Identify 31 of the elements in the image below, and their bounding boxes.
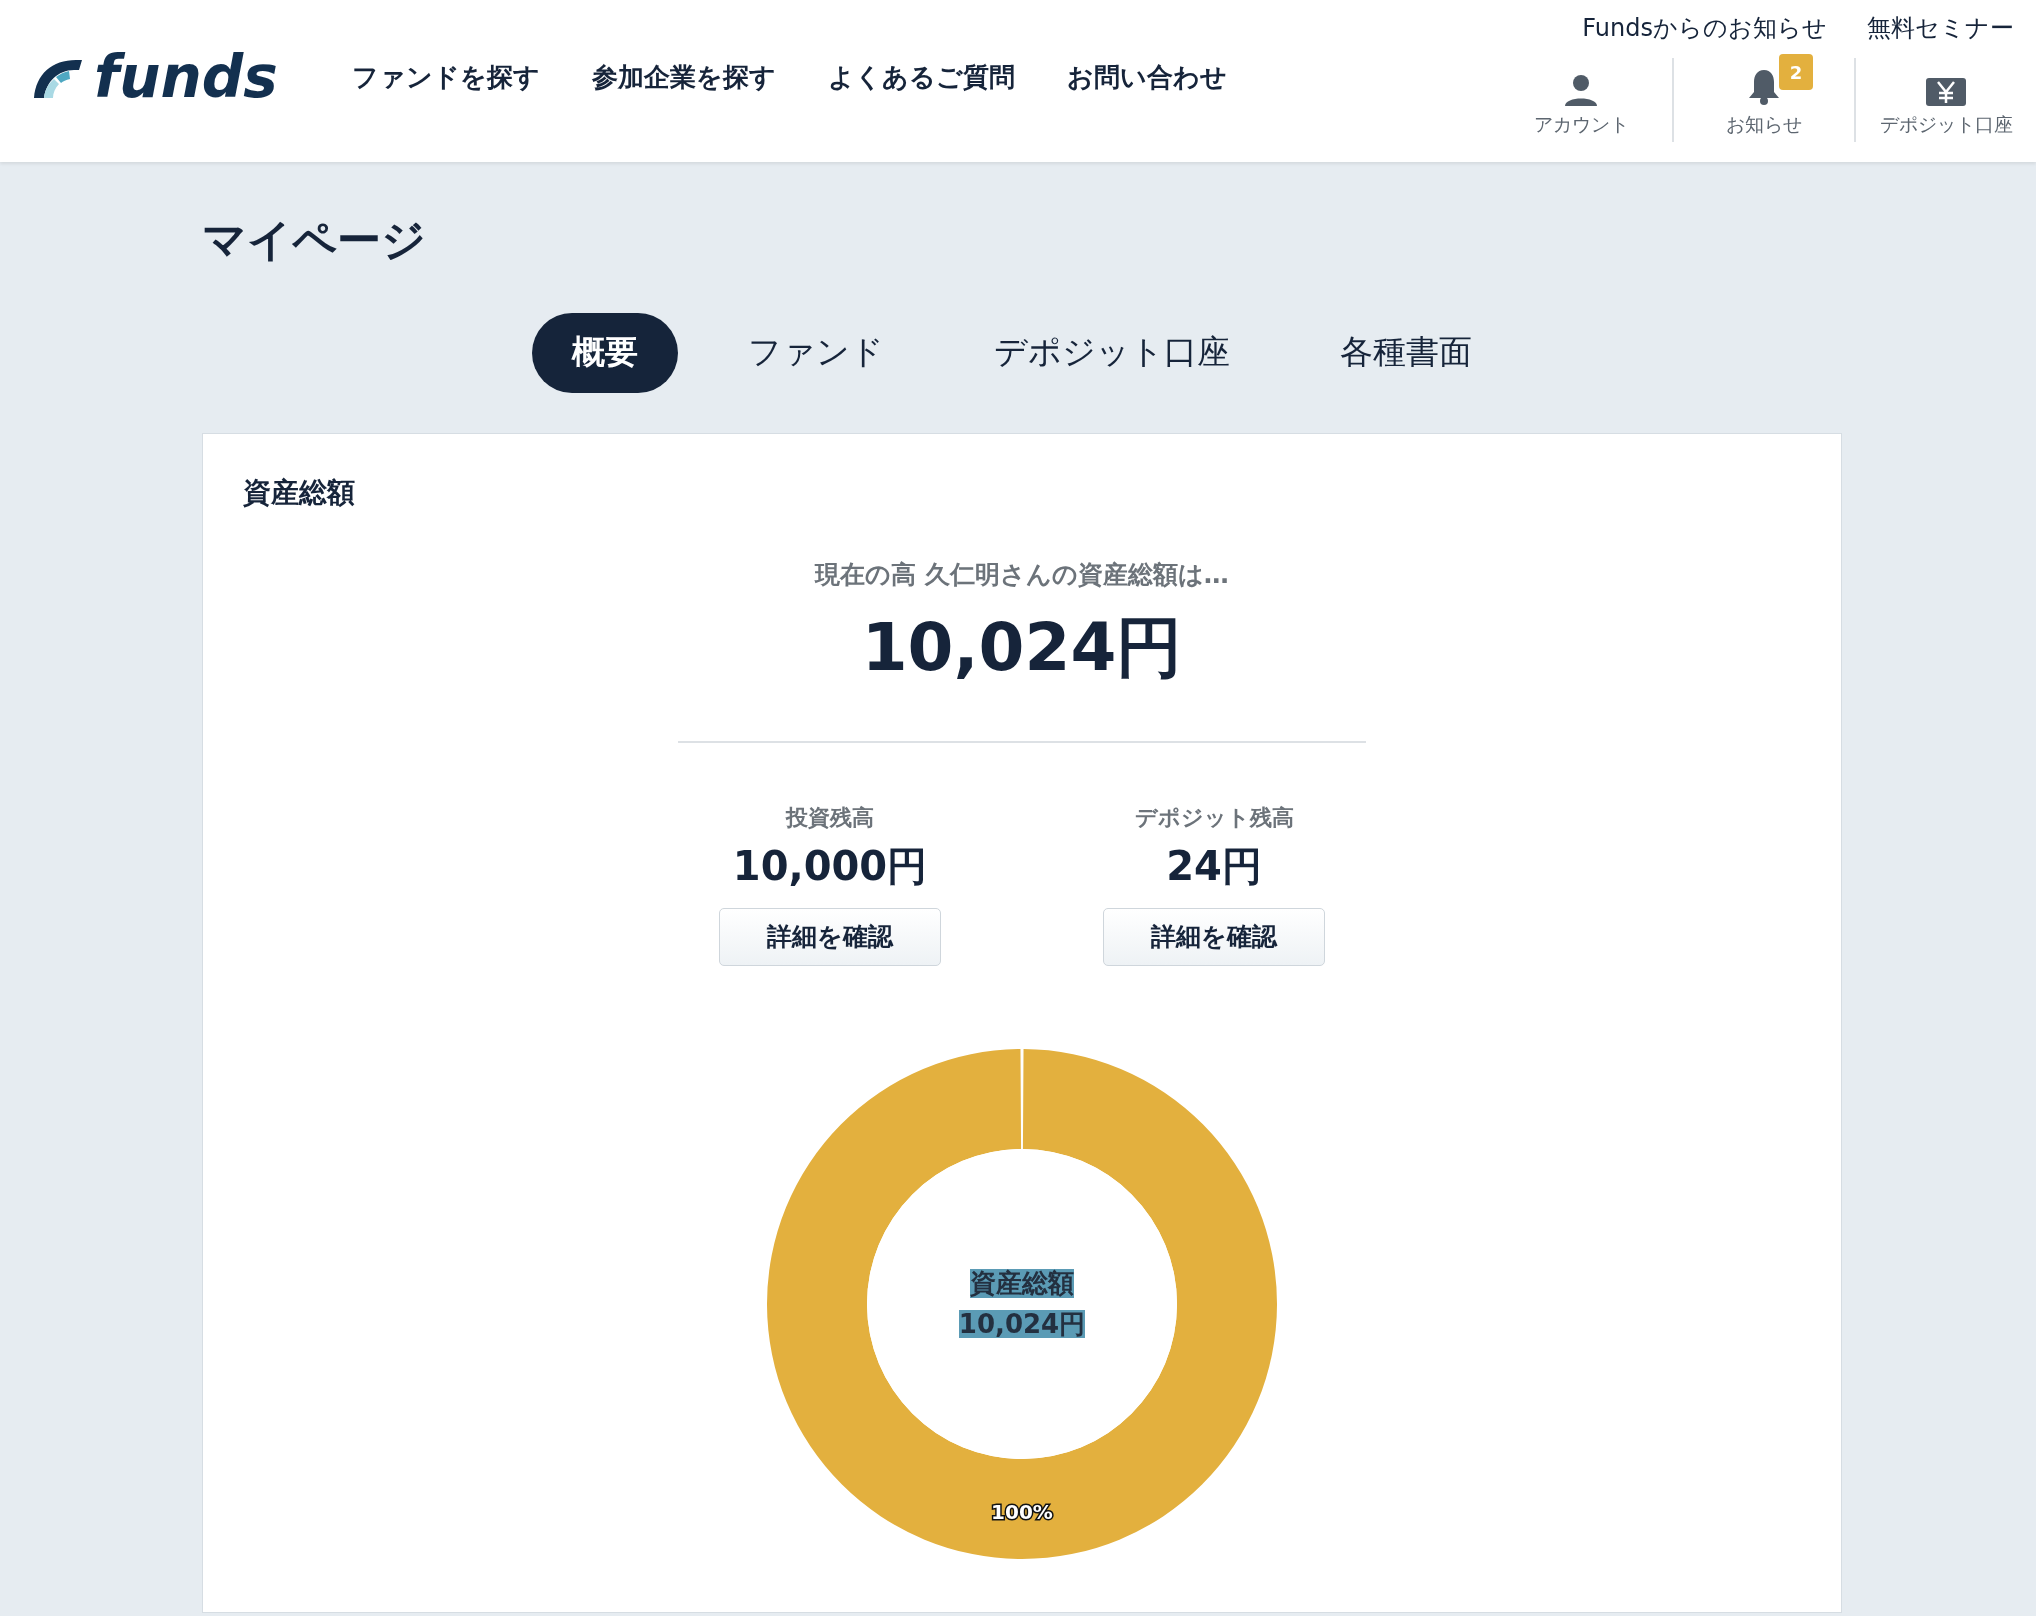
bell-icon — [1747, 68, 1781, 106]
donut-center-amount: 10,024円 — [958, 1309, 1086, 1339]
page-title: マイページ — [202, 214, 427, 267]
balance-amount: 10,000円 — [732, 841, 928, 891]
person-icon — [1564, 74, 1598, 106]
tab[interactable]: 各種書面 — [1300, 312, 1512, 393]
top-link[interactable]: 無料セミナー — [1867, 12, 2014, 44]
total-assets-amount: 10,024円 — [861, 607, 1183, 688]
nav-link[interactable]: 参加企業を探す — [591, 60, 776, 95]
balance-label: 投資残高 — [786, 803, 874, 832]
header-icon-button[interactable]: デポジット口座 — [1854, 58, 2036, 142]
details-button[interactable]: 詳細を確認 — [719, 907, 941, 966]
percent-label: 100% — [991, 1499, 1053, 1524]
donut-center-label: 資産総額 — [970, 1269, 1074, 1298]
balance-label: デポジット残高 — [1134, 803, 1294, 832]
header-icon-button[interactable]: 2 お知らせ — [1672, 58, 1854, 142]
tab[interactable]: デポジット口座 — [954, 312, 1270, 393]
nav-link[interactable]: ファンドを探す — [351, 60, 540, 95]
tab[interactable]: ファンド — [708, 312, 924, 393]
card-title: 資産総額 — [243, 474, 355, 511]
tab[interactable]: 概要 — [532, 312, 678, 393]
header-icon-button[interactable]: アカウント — [1490, 58, 1672, 142]
logo-wordmark[interactable]: funds — [94, 48, 278, 106]
yen-icon — [1926, 78, 1966, 106]
count-badge: 2 — [1779, 54, 1813, 90]
details-button[interactable]: 詳細を確認 — [1103, 907, 1325, 966]
total-assets-caption: 現在の高 久仁明さんの資産総額は… — [815, 558, 1229, 591]
nav-link[interactable]: お問い合わせ — [1066, 60, 1227, 95]
nav-link[interactable]: よくあるご質問 — [827, 60, 1015, 95]
top-link[interactable]: Fundsからのお知らせ — [1582, 12, 1827, 44]
balance-amount: 24円 — [1166, 841, 1262, 891]
